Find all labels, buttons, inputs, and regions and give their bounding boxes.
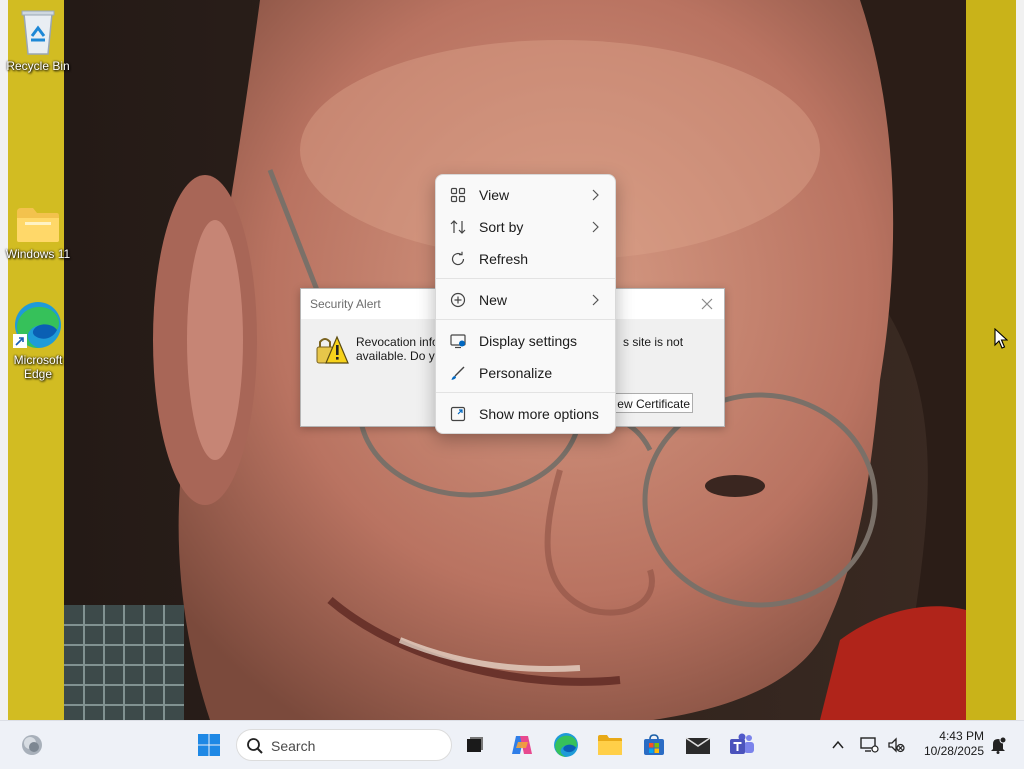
desktop-context-menu: View Sort by Refresh New Display setting…	[435, 174, 616, 434]
network-icon	[860, 737, 879, 753]
dialog-title: Security Alert	[310, 297, 381, 311]
menu-separator	[436, 319, 615, 320]
desktop-icon-label-line1: Microsoft	[13, 353, 63, 367]
view-grid-icon	[450, 187, 466, 203]
menu-separator	[436, 278, 615, 279]
volume-muted-icon	[888, 737, 905, 753]
menu-item-label: New	[479, 292, 508, 308]
chevron-right-icon	[592, 189, 599, 201]
desktop-icon-label: Recycle Bin	[6, 59, 70, 73]
chevron-up-icon	[832, 740, 844, 749]
mouse-pointer-icon	[994, 328, 1008, 349]
menu-item-label: View	[479, 187, 510, 203]
new-plus-icon	[450, 292, 466, 308]
task-view-icon	[467, 737, 483, 752]
menu-item-refresh[interactable]: Refresh	[440, 244, 611, 274]
show-hidden-icons-button[interactable]	[822, 729, 854, 761]
taskbar-clock[interactable]: 4:43 PM 10/28/2025	[912, 729, 984, 759]
dialog-message-line2: available. Do you	[356, 349, 436, 363]
file-explorer-button[interactable]	[594, 729, 626, 761]
close-icon	[701, 298, 713, 310]
desktop-icon-windows-11-folder[interactable]: Windows 11	[0, 206, 76, 261]
menu-item-view[interactable]: View	[440, 180, 611, 210]
menu-item-sort-by[interactable]: Sort by	[440, 212, 611, 242]
search-placeholder: Search	[271, 738, 316, 754]
widgets-button[interactable]	[16, 729, 48, 761]
dialog-message-right: s site is not	[623, 335, 684, 349]
widgets-icon	[22, 735, 42, 755]
menu-item-show-more-options[interactable]: Show more options	[440, 399, 611, 429]
security-warning-lock-icon	[316, 335, 349, 364]
taskbar: Search 4:43 PM 10/28/2025	[0, 720, 1024, 769]
show-more-options-icon	[450, 406, 466, 422]
personalize-brush-icon	[451, 366, 465, 380]
start-button[interactable]	[193, 729, 225, 761]
menu-item-label: Personalize	[479, 365, 553, 381]
dialog-close-button[interactable]	[696, 293, 718, 315]
dialog-message-left: Revocation infor available. Do you	[356, 335, 436, 365]
file-explorer-icon	[598, 735, 622, 755]
teams-button[interactable]	[726, 729, 758, 761]
edge-icon	[13, 302, 61, 348]
microsoft-store-button[interactable]	[638, 729, 670, 761]
copilot-icon	[512, 736, 532, 754]
edge-taskbar-button[interactable]	[550, 729, 582, 761]
notification-center-button[interactable]	[982, 729, 1014, 761]
menu-item-personalize[interactable]: Personalize	[440, 358, 611, 388]
chevron-right-icon	[592, 221, 599, 233]
store-icon	[644, 734, 664, 755]
desktop-icon-label-line2: Edge	[23, 367, 53, 381]
display-settings-icon	[450, 334, 466, 349]
volume-button[interactable]	[880, 729, 912, 761]
copilot-button[interactable]	[506, 729, 538, 761]
dialog-message-line1: Revocation infor	[356, 335, 436, 349]
edge-icon	[554, 733, 578, 757]
folder-icon	[17, 208, 59, 242]
task-view-button[interactable]	[459, 729, 491, 761]
desktop-icon-microsoft-edge[interactable]: Microsoft Edge	[0, 300, 76, 381]
menu-item-new[interactable]: New	[440, 285, 611, 315]
taskbar-search-box[interactable]: Search	[236, 729, 452, 761]
menu-item-label: Refresh	[479, 251, 529, 267]
chevron-right-icon	[592, 294, 599, 306]
menu-item-label: Display settings	[479, 333, 578, 349]
start-icon	[198, 734, 220, 756]
sort-icon	[450, 220, 466, 234]
desktop-icon-recycle-bin[interactable]: Recycle Bin	[0, 6, 76, 73]
notification-icon	[991, 736, 1007, 754]
clock-date: 10/28/2025	[923, 744, 984, 758]
menu-item-label: Sort by	[479, 219, 524, 235]
menu-item-label: Show more options	[479, 406, 599, 422]
search-icon	[247, 738, 263, 754]
mail-icon	[685, 737, 711, 754]
menu-item-display-settings[interactable]: Display settings	[440, 326, 611, 356]
teams-icon	[730, 733, 754, 754]
recycle-bin-icon	[21, 10, 55, 55]
menu-separator	[436, 392, 615, 393]
desktop-icon-label: Windows 11	[5, 247, 71, 261]
clock-time: 4:43 PM	[939, 729, 984, 743]
refresh-icon	[451, 251, 465, 266]
mail-button[interactable]	[682, 729, 714, 761]
